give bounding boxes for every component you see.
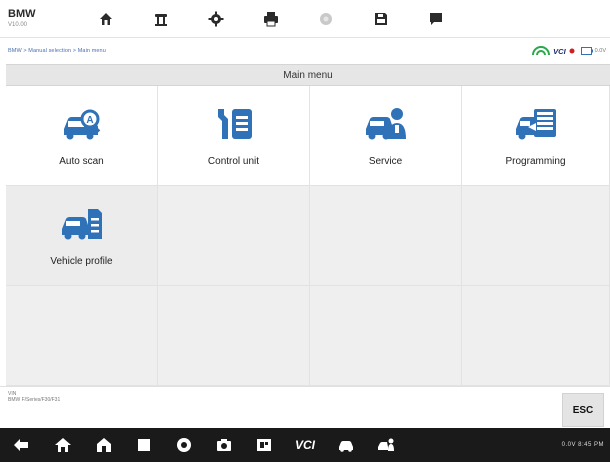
app-version: V10.00 bbox=[8, 22, 28, 28]
connection-status: VCI 0.0V bbox=[532, 46, 606, 56]
system-navigation-bar: VCI 0.0V 8:45 PM bbox=[0, 428, 610, 462]
battery-voltage: 0.0V bbox=[594, 48, 606, 54]
screen-record-button[interactable] bbox=[244, 428, 284, 462]
menu-label-programming: Programming bbox=[505, 156, 566, 167]
service-icon bbox=[365, 108, 406, 140]
vci-signal-icon bbox=[532, 46, 551, 56]
home-icon bbox=[55, 438, 71, 452]
menu-label-auto-scan: Auto scan bbox=[59, 156, 104, 167]
toolbar-icons bbox=[78, 0, 463, 38]
home-icon bbox=[99, 12, 112, 25]
breadcrumb[interactable]: BMW > Manual selection > Main menu bbox=[8, 48, 106, 54]
top-toolbar: BMW V10.00 bbox=[0, 0, 610, 38]
print-icon bbox=[263, 11, 278, 26]
vehicle-lift-icon bbox=[154, 13, 167, 26]
service-nav-button[interactable] bbox=[366, 428, 406, 462]
menu-tile-empty bbox=[158, 186, 310, 286]
menu-tile-empty bbox=[462, 186, 610, 286]
save-icon bbox=[374, 12, 387, 25]
vehicle-lift-button[interactable] bbox=[133, 0, 188, 38]
brand-block: BMW V10.00 bbox=[0, 8, 78, 29]
help-icon bbox=[319, 12, 332, 25]
menu-tile-empty bbox=[462, 286, 610, 386]
menu-tile-empty bbox=[310, 186, 462, 286]
vci-nav-label: VCI bbox=[294, 438, 315, 452]
menu-tile-empty bbox=[158, 286, 310, 386]
menu-tile-empty bbox=[310, 286, 462, 386]
esc-button[interactable]: ESC bbox=[562, 393, 604, 427]
vci-nav-button[interactable]: VCI bbox=[284, 428, 326, 462]
print-button[interactable] bbox=[243, 0, 298, 38]
battery-icon bbox=[580, 47, 593, 55]
message-button[interactable] bbox=[408, 0, 463, 38]
home-nav-button[interactable] bbox=[42, 428, 84, 462]
battery-status: 0.0V bbox=[580, 47, 606, 55]
menu-tile-vehicle-profile[interactable]: Vehicle profile bbox=[6, 186, 158, 286]
vci-label: VCI bbox=[553, 46, 566, 56]
vin-value: BMW F/Series/F30/F31 bbox=[8, 397, 61, 403]
menu-label-vehicle-profile: Vehicle profile bbox=[50, 256, 113, 267]
camera-icon bbox=[217, 439, 231, 451]
back-arrow-icon bbox=[14, 439, 28, 451]
message-icon bbox=[429, 12, 442, 25]
menu-tile-control-unit[interactable]: Control unit bbox=[158, 86, 310, 186]
menu-tile-service[interactable]: Service bbox=[310, 86, 462, 186]
screen-record-icon bbox=[257, 439, 271, 451]
help-button[interactable] bbox=[298, 0, 353, 38]
menu-label-control-unit: Control unit bbox=[207, 156, 260, 167]
vehicle-profile-icon bbox=[61, 209, 102, 240]
browser-button[interactable] bbox=[164, 428, 204, 462]
recent-apps-button[interactable] bbox=[124, 428, 164, 462]
page-title-bar: Main menu bbox=[6, 64, 610, 86]
vehicle-nav-button[interactable] bbox=[326, 428, 366, 462]
screenshot-button[interactable] bbox=[204, 428, 244, 462]
back-button[interactable] bbox=[0, 428, 42, 462]
breadcrumb-row: BMW > Manual selection > Main menu VCI 0… bbox=[0, 38, 610, 64]
settings-button[interactable] bbox=[188, 0, 243, 38]
control-unit-icon bbox=[217, 109, 252, 139]
main-menu-grid: A Auto scan Control unit Service Program… bbox=[6, 86, 610, 386]
footer-bar: VIN BMW F/Series/F30/F31 ESC bbox=[0, 386, 610, 428]
settings-icon bbox=[208, 11, 223, 26]
programming-icon bbox=[515, 109, 556, 140]
page-title: Main menu bbox=[283, 69, 333, 81]
car-icon bbox=[339, 441, 353, 452]
menu-label-service: Service bbox=[368, 156, 403, 167]
save-button[interactable] bbox=[353, 0, 408, 38]
autel-home-button[interactable] bbox=[84, 428, 124, 462]
menu-tile-programming[interactable]: Programming bbox=[462, 86, 610, 186]
home-button[interactable] bbox=[78, 0, 133, 38]
vci-connection-dot-icon bbox=[569, 48, 575, 54]
auto-scan-icon: A bbox=[63, 109, 100, 140]
menu-tile-auto-scan[interactable]: A Auto scan bbox=[6, 86, 158, 186]
recent-apps-icon bbox=[138, 439, 150, 451]
browser-icon bbox=[177, 438, 191, 452]
car-mechanic-icon bbox=[378, 438, 394, 451]
menu-tile-empty bbox=[6, 286, 158, 386]
system-status-text: 0.0V 8:45 PM bbox=[561, 442, 604, 448]
vci-status[interactable]: VCI bbox=[532, 46, 575, 56]
house-icon bbox=[97, 438, 111, 452]
svg-text:A: A bbox=[86, 115, 93, 126]
brand-name: BMW bbox=[8, 8, 36, 20]
